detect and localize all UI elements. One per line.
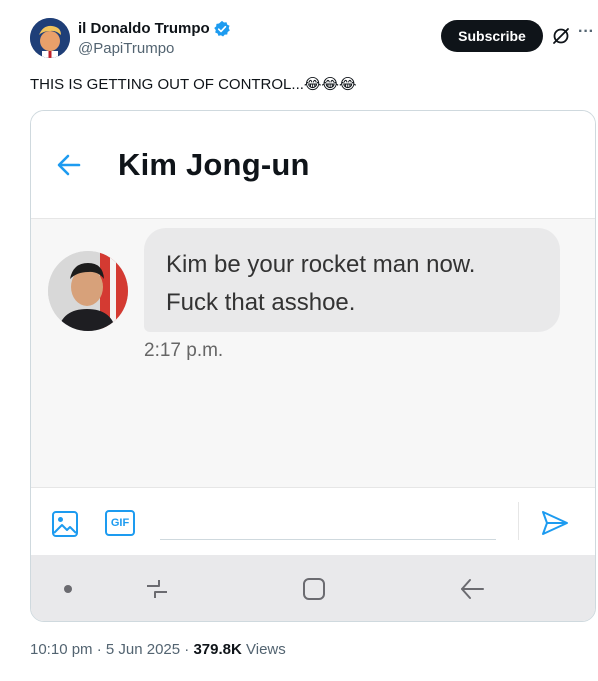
gif-icon: GIF bbox=[105, 510, 135, 536]
tweet-text: THIS IS GETTING OUT OF CONTROL...😂😂😂 bbox=[30, 76, 357, 93]
home-icon bbox=[303, 578, 325, 600]
chat-body: Kim be your rocket man now. Fuck that as… bbox=[31, 219, 595, 487]
meta-separator-2: · bbox=[184, 641, 190, 658]
chat-header: Kim Jong-un bbox=[31, 111, 595, 219]
verified-badge-icon bbox=[213, 20, 230, 37]
tweet-header: il Donaldo Trumpo @PapiTrumpo Subscribe … bbox=[30, 18, 598, 62]
back-arrow-icon bbox=[57, 154, 81, 176]
nav-back-icon bbox=[461, 579, 484, 599]
message-bubble: Kim be your rocket man now. Fuck that as… bbox=[144, 228, 560, 332]
tweet-time[interactable]: 10:10 pm bbox=[30, 641, 93, 658]
message-input bbox=[160, 506, 496, 540]
grok-icon[interactable] bbox=[551, 26, 571, 46]
android-nav-bar bbox=[31, 555, 595, 621]
author-names: il Donaldo Trumpo @PapiTrumpo bbox=[78, 20, 231, 59]
tweet-date[interactable]: 5 Jun 2025 bbox=[106, 641, 180, 658]
contact-avatar bbox=[48, 251, 128, 331]
tweet-media-screenshot[interactable]: Kim Jong-un Kim be your rocket man now. … bbox=[30, 110, 596, 622]
composer-divider bbox=[518, 502, 519, 540]
views-label: Views bbox=[246, 641, 286, 658]
image-icon bbox=[52, 511, 78, 537]
message-line-2: Fuck that asshoe. bbox=[166, 289, 356, 316]
author-handle[interactable]: @PapiTrumpo bbox=[78, 39, 231, 59]
meta-separator-1: · bbox=[96, 641, 102, 658]
tweet-meta: 10:10 pm · 5 Jun 2025 · 379.8K Views bbox=[30, 641, 286, 658]
nav-dot-icon bbox=[64, 585, 72, 593]
message-timestamp: 2:17 p.m. bbox=[144, 340, 224, 361]
author-display-name[interactable]: il Donaldo Trumpo bbox=[78, 20, 210, 38]
recent-apps-icon bbox=[147, 580, 167, 598]
subscribe-button[interactable]: Subscribe bbox=[441, 20, 543, 52]
send-icon bbox=[542, 511, 568, 535]
views-count: 379.8K bbox=[193, 641, 242, 658]
author-avatar[interactable] bbox=[30, 18, 70, 58]
message-composer: GIF bbox=[31, 487, 595, 555]
author-display-name-row[interactable]: il Donaldo Trumpo bbox=[78, 20, 231, 38]
message-line-1: Kim be your rocket man now. bbox=[166, 251, 476, 278]
more-icon[interactable]: ··· bbox=[576, 24, 596, 44]
chat-contact-name: Kim Jong-un bbox=[118, 147, 310, 182]
